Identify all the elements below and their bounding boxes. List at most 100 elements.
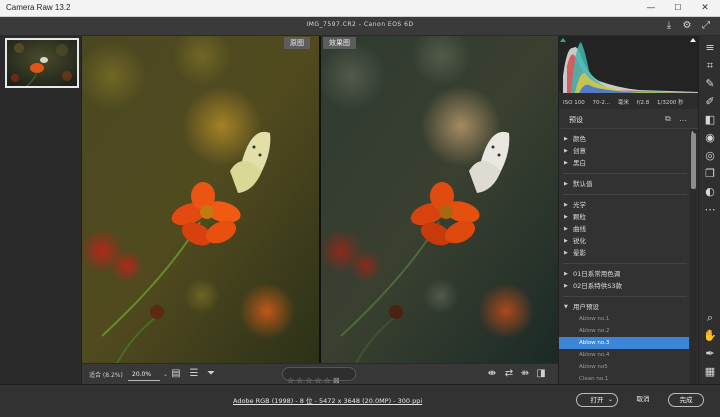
- presets-scrollbar[interactable]: ▲: [690, 129, 697, 384]
- user-preset-item[interactable]: Ablow no.1: [559, 313, 689, 325]
- preset-group[interactable]: ▶ 黑白: [559, 157, 689, 169]
- presets-icon[interactable]: ◐: [702, 184, 718, 200]
- preset-group[interactable]: ▶ 锐化: [559, 235, 689, 247]
- more-icon[interactable]: …: [679, 114, 687, 123]
- histogram: [559, 36, 699, 93]
- user-preset-item-selected[interactable]: Ablow no.3: [559, 337, 689, 349]
- filmstrip: [0, 36, 82, 384]
- chevron-down-icon: ⌄: [162, 371, 168, 378]
- snapshot-icon[interactable]: ❐: [702, 166, 718, 182]
- toggle-view-icon[interactable]: ◨: [535, 368, 547, 380]
- divider: [563, 173, 687, 174]
- preset-group[interactable]: ▶ 颗粒: [559, 211, 689, 223]
- fullscreen-icon[interactable]: ⤢: [700, 20, 712, 32]
- before-image: [82, 36, 319, 363]
- copy-settings-icon[interactable]: ⇻: [519, 368, 531, 380]
- tool-strip: ≡ ⌗ ✎ ✐ ◧ ◉ ◎ ❐ ◐ ⋯ ⌕ ✋ ✒ ▦: [698, 36, 720, 384]
- user-preset-item[interactable]: Ablow no.2: [559, 325, 689, 337]
- new-preset-icon[interactable]: ⧉: [665, 114, 671, 124]
- user-preset-item[interactable]: Clean no.1: [559, 373, 689, 384]
- grid-icon[interactable]: ▦: [702, 364, 718, 380]
- swap-icon[interactable]: ⇄: [503, 368, 515, 380]
- camera-raw-window: Camera Raw 13.2 — ☐ ✕ IMG_7597.CR2 - Can…: [0, 0, 720, 417]
- preset-group-user[interactable]: ▼ 用户预设: [559, 301, 689, 313]
- aperture-value: f/2.8: [636, 100, 650, 106]
- caret-right-icon: ▶: [564, 250, 568, 256]
- filter-icon[interactable]: ⏷: [205, 368, 217, 380]
- preset-group[interactable]: ▶ 曲线: [559, 223, 689, 235]
- zoom-value: 20.0%: [132, 371, 152, 378]
- preset-group[interactable]: ▶ 晕影: [559, 247, 689, 259]
- fit-zoom-label[interactable]: 适合 (8.2%): [89, 370, 123, 379]
- brush-icon[interactable]: ✎: [702, 76, 718, 92]
- before-label: 原图: [284, 37, 310, 49]
- done-button[interactable]: 完成: [668, 393, 704, 407]
- before-after-divider: [319, 36, 321, 363]
- image-viewer[interactable]: 原图 效果图: [82, 36, 558, 363]
- title-bar: Camera Raw 13.2 — ☐ ✕: [0, 0, 720, 17]
- caret-right-icon: ▶: [564, 238, 568, 244]
- window-title: Camera Raw 13.2: [6, 3, 71, 12]
- caret-right-icon: ▶: [564, 160, 568, 166]
- filmstrip-thumbnail[interactable]: [5, 38, 79, 88]
- maximize-button[interactable]: ☐: [667, 2, 689, 14]
- save-icon[interactable]: ⤓: [663, 20, 675, 32]
- presets-title: 预设: [569, 116, 583, 124]
- caret-right-icon: ▶: [564, 271, 568, 277]
- scrollbar-thumb[interactable]: [691, 133, 696, 189]
- caret-right-icon: ▶: [564, 214, 568, 220]
- open-button[interactable]: 打开 ⌄: [576, 393, 618, 407]
- before-after-mode-icon[interactable]: ⇼: [486, 368, 498, 380]
- file-info-bar: IMG_7597.CR2 - Canon EOS 6D ⤓ ⚙ ⤢: [0, 17, 720, 36]
- caret-down-icon: ▼: [564, 304, 568, 310]
- presets-list: ▶ 颜色 ▶ 创意 ▶ 黑白 ▶ 默认值 ▶ 光学 ▶ 颗粒 ▶ 曲线 ▶ 锐化 ▶ 晕影 ▶ 01…: [559, 129, 689, 384]
- close-button[interactable]: ✕: [694, 2, 716, 14]
- divider: [563, 194, 687, 195]
- gradient-icon[interactable]: ◧: [702, 112, 718, 128]
- divider: [563, 296, 687, 297]
- gear-icon[interactable]: ⚙: [681, 20, 693, 32]
- caret-right-icon: ▶: [564, 136, 568, 142]
- minimize-button[interactable]: —: [640, 2, 662, 14]
- caret-right-icon: ▶: [564, 181, 568, 187]
- caret-right-icon: ▶: [564, 202, 568, 208]
- sampler-icon[interactable]: ✒: [702, 346, 718, 362]
- after-image: [321, 36, 558, 363]
- lens-value: 70-2...: [592, 100, 611, 106]
- focal-value: 毫米: [617, 100, 629, 106]
- footer-bar: Adobe RGB (1998) - 8 位 - 5472 x 3648 (20…: [0, 384, 720, 417]
- open-button-label: 打开: [590, 396, 604, 404]
- hand-icon[interactable]: ✋: [702, 328, 718, 344]
- user-preset-item[interactable]: Ablow no.4: [559, 349, 689, 361]
- heal-icon[interactable]: ✐: [702, 94, 718, 110]
- redeye-icon[interactable]: ◎: [702, 148, 718, 164]
- preset-group[interactable]: ▶ 创意: [559, 145, 689, 157]
- star-rating[interactable]: ☆ ☆ ☆ ☆ ☆ ⊠: [282, 367, 356, 385]
- after-label: 效果图: [323, 37, 356, 49]
- preset-group[interactable]: ▶ 默认值: [559, 178, 689, 190]
- filmstrip-toggle-icon[interactable]: ▤: [170, 368, 182, 380]
- caret-right-icon: ▶: [564, 283, 568, 289]
- viewer-toolbar: 适合 (8.2%) 20.0% ⌄ ▤ ☰ ⏷ ☆ ☆ ☆ ☆ ☆ ⊠ ⇼ ⇄ ⇻ ◨: [82, 363, 558, 385]
- preset-group[interactable]: ▶ 颜色: [559, 133, 689, 145]
- radial-icon[interactable]: ◉: [702, 130, 718, 146]
- sort-icon[interactable]: ☰: [188, 368, 200, 380]
- more-icon[interactable]: ⋯: [702, 202, 718, 218]
- chevron-down-icon[interactable]: ⌄: [608, 394, 613, 406]
- preset-group[interactable]: ▶ 02日系特供S3款: [559, 280, 689, 292]
- preset-group[interactable]: ▶ 01日系常用色调: [559, 268, 689, 280]
- preset-group[interactable]: ▶ 光学: [559, 199, 689, 211]
- zoom-select[interactable]: 20.0% ⌄: [128, 368, 168, 381]
- crop-icon[interactable]: ⌗: [702, 58, 718, 74]
- right-panel: ISO 100 70-2... 毫米 f/2.8 1/3200 秒 预设 ⧉ ……: [558, 36, 699, 384]
- sliders-icon[interactable]: ≡: [702, 40, 718, 56]
- divider: [563, 263, 687, 264]
- caret-right-icon: ▶: [564, 226, 568, 232]
- user-preset-item[interactable]: Ablow no5: [559, 361, 689, 373]
- file-name-camera: IMG_7597.CR2 - Canon EOS 6D: [306, 21, 414, 28]
- zoom-icon[interactable]: ⌕: [702, 310, 718, 326]
- workflow-options-link[interactable]: Adobe RGB (1998) - 8 位 - 5472 x 3648 (20…: [233, 395, 422, 405]
- camera-info: ISO 100 70-2... 毫米 f/2.8 1/3200 秒: [559, 93, 699, 109]
- caret-right-icon: ▶: [564, 148, 568, 154]
- cancel-button[interactable]: 取消: [628, 393, 658, 407]
